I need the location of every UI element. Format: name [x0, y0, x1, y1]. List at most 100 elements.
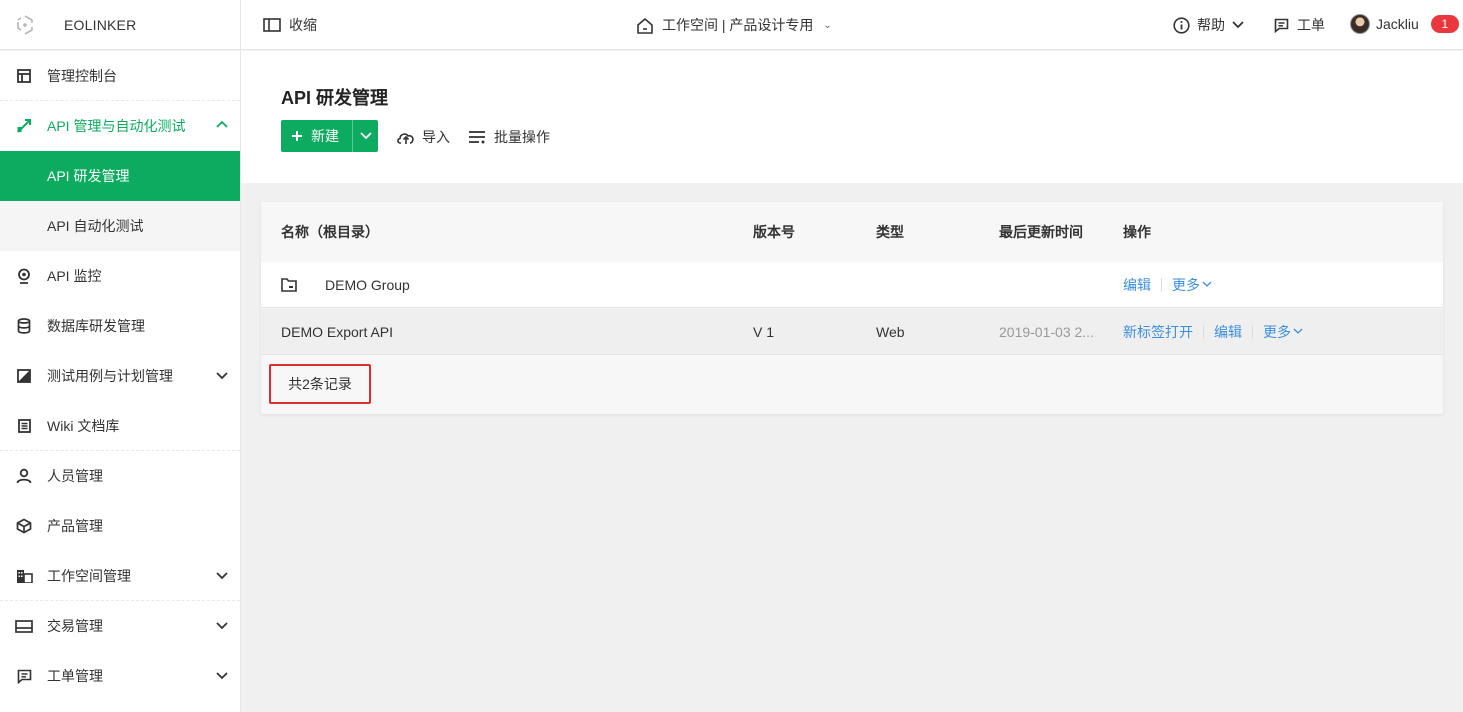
sidebar-toggle-icon — [263, 18, 281, 32]
more-link[interactable]: 更多 — [1263, 322, 1291, 342]
row-actions: 新标签打开 编辑 更多 — [1123, 309, 1303, 354]
sidebar-item-dashboard[interactable]: 管理控制台 — [0, 51, 240, 101]
edit-link[interactable]: 编辑 — [1214, 322, 1242, 342]
wiki-icon — [15, 417, 33, 435]
api-version: V 1 — [753, 323, 775, 340]
api-updated-time: 2019-01-03 2... — [999, 323, 1094, 340]
logo-text: EOLINKER — [64, 17, 137, 33]
ticket-icon — [1274, 18, 1289, 33]
sidebar-item-api-autotest[interactable]: API 自动化测试 — [0, 201, 240, 251]
table-header: 名称（根目录） 版本号 类型 最后更新时间 操作 — [261, 202, 1443, 262]
chevron-down-icon — [216, 672, 228, 680]
group-name: DEMO Group — [325, 276, 410, 293]
user-menu[interactable]: Jackliu 1 — [1350, 14, 1459, 34]
sidebar-item-people[interactable]: 人员管理 — [0, 451, 240, 501]
sidebar-item-api-management[interactable]: API 管理与自动化测试 — [0, 101, 240, 151]
group-name-cell[interactable]: DEMO Group — [281, 262, 410, 307]
chevron-down-icon — [1293, 328, 1303, 334]
avatar — [1350, 14, 1370, 34]
sidebar-item-label: 管理控制台 — [47, 67, 117, 84]
logo-area: EOLINKER — [0, 0, 241, 50]
total-records: 共2条记录 — [269, 364, 371, 404]
column-header-name[interactable]: 名称（根目录） — [281, 202, 379, 262]
divider — [1252, 324, 1253, 339]
api-type: Web — [876, 323, 905, 340]
sidebar-item-label: 工作空间管理 — [47, 567, 131, 584]
column-header-actions: 操作 — [1123, 224, 1151, 240]
api-table: 名称（根目录） 版本号 类型 最后更新时间 操作 DEMO Group 编辑 更… — [261, 202, 1443, 414]
sidebar-item-product[interactable]: 产品管理 — [0, 501, 240, 551]
new-button[interactable]: 新建 — [281, 120, 353, 152]
table-row[interactable]: DEMO Export API V 1 Web 2019-01-03 2... … — [261, 309, 1443, 355]
api-name[interactable]: DEMO Export API — [281, 309, 393, 354]
sidebar-item-label: 数据库研发管理 — [47, 318, 145, 334]
building-icon — [15, 567, 33, 585]
chevron-down-icon — [216, 372, 228, 380]
import-button[interactable]: 导入 — [396, 127, 450, 147]
workspace-label: 工作空间 | 产品设计专用 — [662, 17, 814, 33]
card-icon — [15, 617, 33, 635]
sidebar-item-label: API 管理与自动化测试 — [47, 118, 186, 134]
sidebar-item-label: 工单管理 — [47, 668, 103, 684]
user-name: Jackliu — [1376, 16, 1419, 32]
sidebar-item-label: 交易管理 — [47, 618, 103, 634]
sidebar-item-label: 测试用例与计划管理 — [47, 368, 173, 384]
sidebar-item-label: API 监控 — [47, 268, 102, 284]
api-icon — [15, 117, 33, 135]
sidebar-item-trade[interactable]: 交易管理 — [0, 601, 240, 651]
sidebar-item-label: Wiki 文档库 — [47, 417, 120, 434]
divider — [1203, 324, 1204, 339]
divider — [1161, 277, 1162, 292]
new-dropdown-button[interactable] — [353, 120, 378, 152]
sidebar-item-label: API 自动化测试 — [47, 218, 144, 234]
open-new-tab-link[interactable]: 新标签打开 — [1123, 322, 1193, 342]
new-button-label: 新建 — [311, 128, 339, 144]
cloud-upload-icon — [397, 133, 414, 144]
ticket-label: 工单 — [1297, 17, 1325, 33]
sidebar-item-wiki[interactable]: Wiki 文档库 — [0, 401, 240, 451]
sidebar-item-label: 人员管理 — [47, 468, 103, 484]
product-icon — [15, 517, 33, 535]
table-row[interactable]: DEMO Group 编辑 更多 — [261, 262, 1443, 308]
eolinker-logo-icon — [17, 15, 33, 35]
workspace-selector[interactable]: 工作空间 | 产品设计专用 ⌄ — [636, 15, 832, 35]
dashboard-icon — [15, 67, 33, 85]
sidebar-item-label: API 研发管理 — [47, 168, 130, 184]
monitor-icon — [15, 267, 33, 285]
people-icon — [15, 467, 33, 485]
chevron-down-icon — [1232, 21, 1244, 29]
chevron-down-icon — [216, 572, 228, 580]
top-bar: EOLINKER 收缩 工作空间 | 产品设计专用 ⌄ 帮助 工单 Jackli… — [0, 0, 1463, 50]
sidebar-item-api-dev[interactable]: API 研发管理 — [0, 151, 240, 201]
batch-operation-button[interactable]: 批量操作 — [468, 127, 550, 147]
sidebar: 管理控制台 API 管理与自动化测试 API 研发管理 API 自动化测试 AP… — [0, 51, 241, 712]
row-actions: 编辑 更多 — [1123, 262, 1212, 307]
column-header-type[interactable]: 类型 — [876, 202, 904, 262]
sidebar-item-api-monitor[interactable]: API 监控 — [0, 251, 240, 301]
column-header-version[interactable]: 版本号 — [753, 202, 795, 262]
page-title: API 研发管理 — [281, 88, 389, 108]
ticket-icon — [15, 667, 33, 685]
import-label: 导入 — [422, 129, 450, 145]
collapse-sidebar-button[interactable]: 收缩 — [263, 15, 317, 35]
home-icon — [637, 17, 653, 34]
testcase-icon — [15, 367, 33, 385]
sidebar-item-testcase[interactable]: 测试用例与计划管理 — [0, 351, 240, 401]
info-icon — [1173, 16, 1190, 34]
more-link[interactable]: 更多 — [1172, 275, 1200, 295]
chevron-up-icon — [216, 120, 228, 128]
database-icon — [15, 317, 33, 335]
batch-label: 批量操作 — [494, 129, 550, 145]
column-header-updated[interactable]: 最后更新时间 — [999, 202, 1083, 262]
sidebar-item-database[interactable]: 数据库研发管理 — [0, 301, 240, 351]
chevron-down-icon — [1202, 281, 1212, 287]
ticket-link[interactable]: 工单 — [1274, 15, 1325, 35]
chevron-down-icon: ⌄ — [823, 19, 832, 31]
sidebar-item-workspace[interactable]: 工作空间管理 — [0, 551, 240, 601]
chevron-down-icon — [216, 622, 228, 630]
notification-badge[interactable]: 1 — [1430, 15, 1459, 33]
edit-link[interactable]: 编辑 — [1123, 275, 1151, 295]
help-menu[interactable]: 帮助 — [1173, 15, 1244, 35]
page-header: API 研发管理 新建 导入 批量操作 — [241, 51, 1463, 183]
sidebar-item-ticket[interactable]: 工单管理 — [0, 651, 240, 701]
